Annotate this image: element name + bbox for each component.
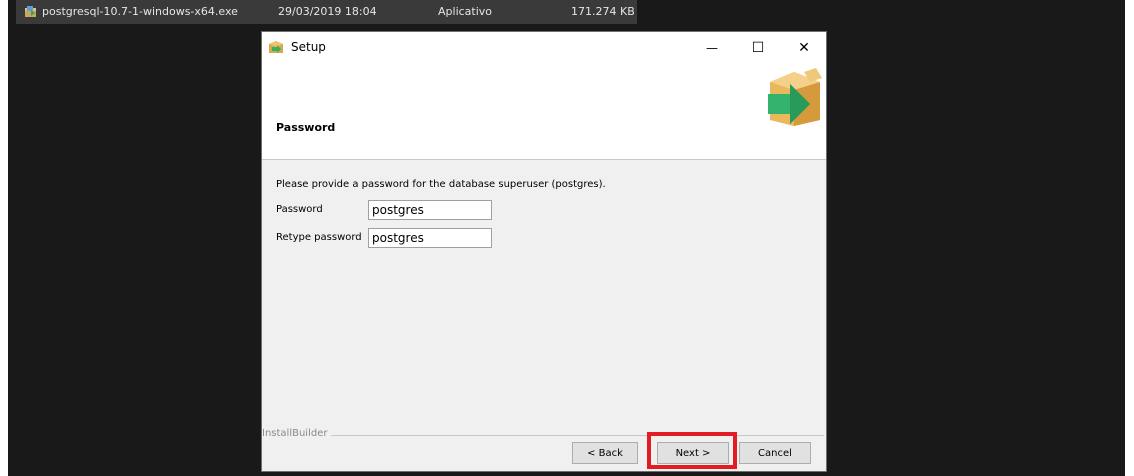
retype-password-input[interactable] (368, 228, 492, 248)
window-title: Setup (291, 40, 326, 54)
setup-window: Setup — ☐ ✕ Password Please provide a pa… (261, 31, 827, 472)
page-title: Password (276, 121, 336, 134)
password-label: Password (276, 204, 323, 215)
installer-file-icon (25, 6, 36, 17)
minimize-button[interactable]: — (690, 32, 734, 63)
file-type: Aplicativo (438, 5, 493, 18)
wizard-header: Password (262, 63, 826, 160)
file-date: 29/03/2019 18:04 (278, 5, 377, 18)
title-bar[interactable]: Setup — ☐ ✕ (262, 32, 826, 63)
file-row[interactable]: postgresql-10.7-1-windows-x64.exe 29/03/… (16, 0, 637, 24)
footer-divider (330, 435, 824, 436)
box-arrow-icon (768, 68, 822, 126)
cancel-button[interactable]: Cancel (739, 442, 811, 464)
password-input[interactable] (368, 200, 492, 220)
file-name: postgresql-10.7-1-windows-x64.exe (42, 5, 238, 18)
close-button[interactable]: ✕ (782, 32, 826, 63)
cancel-button-label: Cancel (758, 447, 792, 459)
retype-password-label: Retype password (276, 232, 362, 243)
next-button-highlight (647, 432, 737, 469)
close-icon: ✕ (798, 39, 810, 56)
back-button-label: < Back (587, 447, 623, 459)
installbuilder-label: InstallBuilder (262, 428, 332, 439)
maximize-button[interactable]: ☐ (736, 32, 780, 63)
maximize-icon: ☐ (751, 39, 765, 56)
back-button[interactable]: < Back (572, 442, 638, 464)
minimize-icon: — (706, 40, 718, 55)
file-size: 171.274 KB (571, 5, 635, 18)
setup-app-icon (269, 41, 283, 53)
password-prompt: Please provide a password for the databa… (276, 179, 606, 190)
